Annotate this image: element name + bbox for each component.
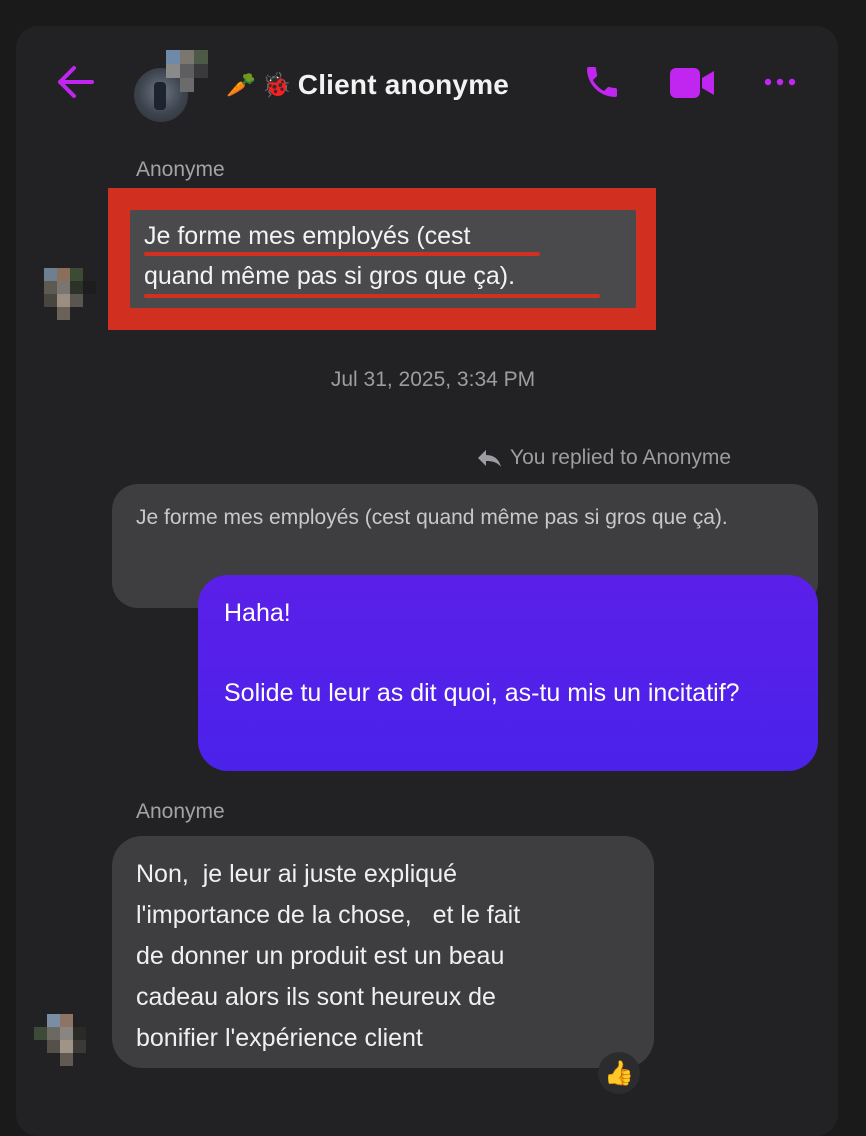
incoming-message-text: Non, je leur ai juste expliqué l'importa… bbox=[136, 860, 521, 1052]
conversation-title: Client anonyme bbox=[297, 69, 510, 100]
reply-indicator: You replied to Anonyme bbox=[476, 446, 731, 470]
outgoing-message-text: Haha! Solide tu leur as dit quoi, as-tu … bbox=[224, 599, 740, 707]
video-camera-icon[interactable] bbox=[668, 66, 716, 100]
underline-annotation bbox=[144, 252, 540, 256]
phone-icon[interactable] bbox=[582, 62, 622, 102]
sender-avatar[interactable] bbox=[44, 268, 100, 324]
conversation-header[interactable]: 🥕 🐞 Client anonyme bbox=[226, 64, 509, 106]
sender-avatar[interactable] bbox=[34, 1014, 90, 1070]
more-horizontal-icon[interactable] bbox=[762, 76, 798, 88]
message-text-line: quand même pas si gros que ça). bbox=[144, 262, 516, 290]
reply-indicator-text: You replied to Anonyme bbox=[510, 446, 732, 469]
reply-arrow-icon bbox=[478, 450, 501, 467]
sender-name: Anonyme bbox=[136, 800, 225, 823]
thumbs-up-reaction-icon[interactable]: 👍 bbox=[598, 1052, 640, 1094]
message-text-line: Je forme mes employés (cest bbox=[144, 222, 471, 250]
underline-annotation bbox=[144, 294, 600, 298]
arrow-left-icon[interactable] bbox=[56, 64, 98, 100]
message-timestamp: Jul 31, 2025, 3:34 PM bbox=[330, 368, 536, 391]
quoted-message-text: Je forme mes employés (cest quand même p… bbox=[136, 506, 728, 529]
avatar-pixelated-overlay bbox=[162, 50, 210, 94]
sender-name: Anonyme bbox=[136, 158, 225, 181]
message-bubble-incoming[interactable]: Non, je leur ai juste expliqué l'importa… bbox=[112, 836, 654, 1068]
carrot-emoji: 🥕 bbox=[226, 71, 256, 99]
message-bubble-outgoing[interactable]: Haha! Solide tu leur as dit quoi, as-tu … bbox=[198, 575, 818, 771]
ladybug-emoji: 🐞 bbox=[261, 71, 292, 99]
